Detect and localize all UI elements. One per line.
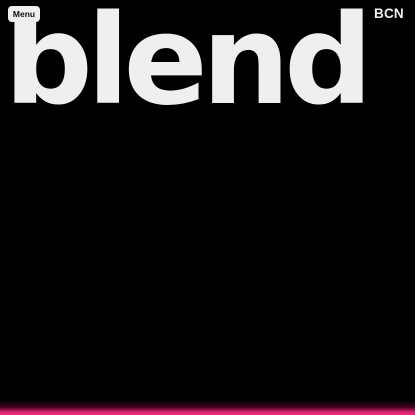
bottom-accent-glow: [0, 401, 415, 415]
menu-button[interactable]: Menu: [8, 6, 40, 22]
city-label: BCN: [374, 6, 404, 21]
brand-logo: blend: [0, 0, 415, 130]
brand-logo-text: blend: [4, 0, 367, 130]
page: blend Menu BCN: [0, 0, 415, 415]
